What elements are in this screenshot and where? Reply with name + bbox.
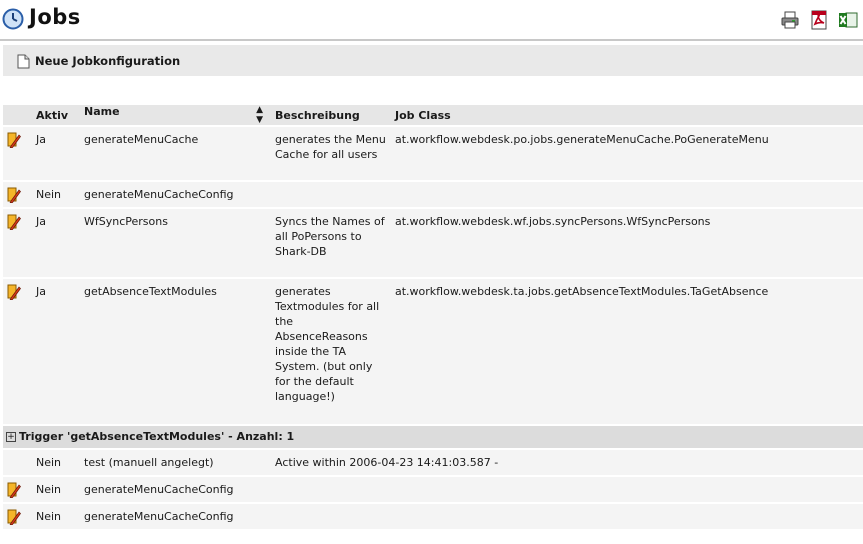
row-name[interactable]: WfSyncPersons xyxy=(81,209,272,277)
col-aktiv[interactable]: Aktiv xyxy=(33,105,81,125)
row-aktiv: Ja xyxy=(33,127,81,180)
edit-cell[interactable] xyxy=(3,182,33,207)
excel-icon[interactable] xyxy=(838,10,858,30)
edit-icon[interactable] xyxy=(7,132,21,148)
edit-cell xyxy=(3,450,33,475)
trigger-header[interactable]: + Trigger 'getAbsenceTextModules' - Anzah… xyxy=(3,426,863,448)
row-beschreibung: generates the Menu Cache for all users xyxy=(272,127,392,180)
row-beschreibung xyxy=(272,182,392,207)
col-job-class[interactable]: Job Class xyxy=(392,105,863,125)
row-aktiv: Nein xyxy=(33,182,81,207)
col-name[interactable]: Name ▲ ▼ xyxy=(81,105,272,125)
row-beschreibung xyxy=(272,504,392,529)
row-aktiv: Ja xyxy=(33,209,81,277)
row-name[interactable]: generateMenuCache xyxy=(81,127,272,180)
row-name[interactable]: test (manuell angelegt) xyxy=(81,450,272,475)
row-aktiv: Nein xyxy=(33,477,81,502)
table-row[interactable]: Ja WfSyncPersons Syncs the Names of all … xyxy=(3,209,863,277)
col-edit xyxy=(3,105,33,125)
edit-icon[interactable] xyxy=(7,214,21,230)
edit-cell[interactable] xyxy=(3,477,33,502)
jobs-table: Aktiv Name ▲ ▼ Beschreibung Job Class Ja g… xyxy=(3,103,863,531)
table-row[interactable]: Nein generateMenuCacheConfig xyxy=(3,182,863,207)
table-row[interactable]: Nein generateMenuCacheConfig xyxy=(3,504,863,529)
edit-cell[interactable] xyxy=(3,209,33,277)
new-job-config-button[interactable]: Neue Jobkonfiguration xyxy=(15,52,180,70)
title-bar: Jobs xyxy=(0,0,863,41)
row-name[interactable]: getAbsenceTextModules xyxy=(81,279,272,424)
row-name[interactable]: generateMenuCacheConfig xyxy=(81,504,272,529)
edit-cell[interactable] xyxy=(3,127,33,180)
page-title: Jobs xyxy=(29,5,81,29)
table-row[interactable]: Ja generateMenuCache generates the Menu … xyxy=(3,127,863,180)
sort-icon[interactable]: ▲ ▼ xyxy=(256,105,263,125)
row-job-class xyxy=(392,182,863,207)
toolbar: Neue Jobkonfiguration xyxy=(3,45,863,76)
row-aktiv: Ja xyxy=(33,279,81,424)
title-divider xyxy=(0,39,863,41)
print-icon[interactable] xyxy=(780,10,800,30)
table-row[interactable]: Ja getAbsenceTextModules generates Textm… xyxy=(3,279,863,424)
new-job-config-label: Neue Jobkonfiguration xyxy=(35,54,181,68)
expand-icon[interactable]: + xyxy=(6,432,16,442)
col-name-label: Name xyxy=(84,105,120,118)
trigger-info: Active within 2006-04-23 14:41:03.587 - xyxy=(272,450,863,475)
table-row[interactable]: Nein generateMenuCacheConfig xyxy=(3,477,863,502)
row-name[interactable]: generateMenuCacheConfig xyxy=(81,182,272,207)
row-job-class: at.workflow.webdesk.ta.jobs.getAbsenceTe… xyxy=(392,279,863,424)
row-job-class: at.workflow.webdesk.wf.jobs.syncPersons.… xyxy=(392,209,863,277)
new-document-icon xyxy=(17,54,30,68)
row-beschreibung xyxy=(272,477,392,502)
edit-cell[interactable] xyxy=(3,279,33,424)
row-beschreibung: Syncs the Names of all PoPersons to Shar… xyxy=(272,209,392,277)
row-beschreibung: generates Textmodules for all the Absenc… xyxy=(272,279,392,424)
row-job-class xyxy=(392,504,863,529)
table-header-row: Aktiv Name ▲ ▼ Beschreibung Job Class xyxy=(3,105,863,125)
trigger-header-row[interactable]: + Trigger 'getAbsenceTextModules' - Anzah… xyxy=(3,426,863,448)
edit-icon[interactable] xyxy=(7,187,21,203)
clock-icon xyxy=(2,8,24,30)
edit-cell[interactable] xyxy=(3,504,33,529)
row-aktiv: Nein xyxy=(33,450,81,475)
edit-icon[interactable] xyxy=(7,482,21,498)
row-job-class xyxy=(392,477,863,502)
row-aktiv: Nein xyxy=(33,504,81,529)
pdf-icon[interactable] xyxy=(809,10,829,30)
trigger-row[interactable]: Nein test (manuell angelegt) Active with… xyxy=(3,450,863,475)
col-beschreibung[interactable]: Beschreibung xyxy=(272,105,392,125)
row-name[interactable]: generateMenuCacheConfig xyxy=(81,477,272,502)
row-job-class: at.workflow.webdesk.po.jobs.generateMenu… xyxy=(392,127,863,180)
edit-icon[interactable] xyxy=(7,284,21,300)
edit-icon[interactable] xyxy=(7,509,21,525)
trigger-label: Trigger 'getAbsenceTextModules' - Anzahl… xyxy=(19,430,295,443)
